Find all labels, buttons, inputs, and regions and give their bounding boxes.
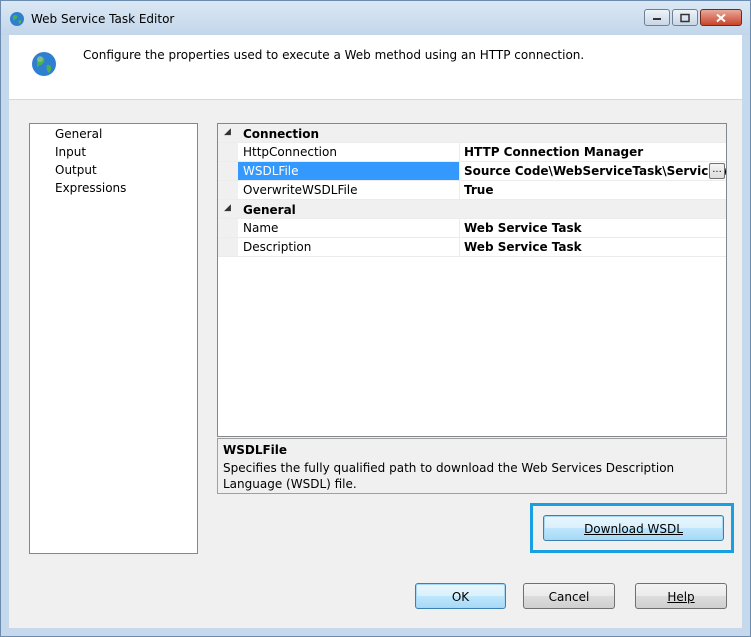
property-name: HttpConnection <box>238 143 460 161</box>
caption-buttons <box>642 9 742 26</box>
download-wsdl-button[interactable]: Download WSDL <box>543 515 724 541</box>
close-button[interactable] <box>700 9 742 26</box>
category-label: Connection <box>243 127 320 141</box>
row-gutter <box>218 238 238 256</box>
property-value[interactable]: Web Service Task <box>461 219 726 237</box>
cancel-button[interactable]: Cancel <box>523 583 615 609</box>
nav-item-label: Output <box>55 163 97 177</box>
property-row-httpconnection[interactable]: HttpConnection HTTP Connection Manager <box>218 143 726 162</box>
maximize-button[interactable] <box>672 9 698 26</box>
maximize-icon <box>680 13 690 22</box>
row-gutter <box>218 162 238 180</box>
description-text: Specifies the fully qualified path to do… <box>223 461 675 491</box>
row-gutter <box>218 181 238 199</box>
header-description: Configure the properties used to execute… <box>83 48 585 62</box>
property-name: Description <box>238 238 460 256</box>
dialog-window: Web Service Task Editor Configure the pr… <box>0 0 751 637</box>
nav-item-label: Input <box>55 145 87 159</box>
property-row-description[interactable]: Description Web Service Task <box>218 238 726 257</box>
property-row-name[interactable]: Name Web Service Task <box>218 219 726 238</box>
nav-item-general[interactable]: General <box>54 126 103 143</box>
property-value[interactable]: Web Service Task <box>461 238 726 256</box>
ok-button[interactable]: OK <box>415 583 506 609</box>
download-wsdl-label: Download WSDL <box>584 522 683 536</box>
cancel-label: Cancel <box>548 590 590 604</box>
property-name: Name <box>238 219 460 237</box>
dialog-client-area: Configure the properties used to execute… <box>9 35 742 628</box>
nav-item-input[interactable]: Input <box>54 144 87 161</box>
title-bar[interactable]: Web Service Task Editor <box>1 1 750 35</box>
window-title: Web Service Task Editor <box>31 12 175 26</box>
nav-item-output[interactable]: Output <box>54 162 98 179</box>
category-row-general[interactable]: ◢ General <box>218 200 726 219</box>
property-value[interactable]: True <box>461 181 726 199</box>
collapse-triangle-icon[interactable]: ◢ <box>224 127 231 137</box>
ok-label: OK <box>451 590 470 604</box>
property-name: WSDLFile <box>238 162 460 180</box>
globe-icon <box>32 52 56 76</box>
minimize-icon <box>653 17 661 20</box>
close-icon <box>716 13 726 22</box>
globe-icon <box>10 12 24 26</box>
collapse-triangle-icon[interactable]: ◢ <box>224 203 231 213</box>
property-name: OverwriteWSDLFile <box>238 181 460 199</box>
description-title: WSDLFile <box>223 443 288 457</box>
property-row-overwritewsdlfile[interactable]: OverwriteWSDLFile True <box>218 181 726 200</box>
page-navigation-list: General Input Output Expressions <box>29 123 198 554</box>
wsdl-file-value-input[interactable]: Source Code\WebServiceTask\Service.wsdl <box>461 162 726 180</box>
category-row-connection[interactable]: ◢ Connection <box>218 124 726 143</box>
browse-ellipsis-button[interactable]: ... <box>709 163 725 179</box>
nav-item-label: Expressions <box>55 181 127 195</box>
property-row-wsdlfile[interactable]: WSDLFile Source Code\WebServiceTask\Serv… <box>218 162 726 181</box>
property-grid: ◢ Connection HttpConnection HTTP Connect… <box>217 123 727 437</box>
property-description-panel: WSDLFile Specifies the fully qualified p… <box>217 438 727 494</box>
header-band: Configure the properties used to execute… <box>9 35 742 100</box>
property-value[interactable]: HTTP Connection Manager <box>461 143 726 161</box>
nav-item-expressions[interactable]: Expressions <box>54 180 127 197</box>
minimize-button[interactable] <box>644 9 670 26</box>
nav-item-label: General <box>55 127 103 141</box>
category-label: General <box>243 203 296 217</box>
help-label: Help <box>667 590 695 604</box>
row-gutter <box>218 219 238 237</box>
row-gutter <box>218 143 238 161</box>
help-button[interactable]: Help <box>635 583 727 609</box>
